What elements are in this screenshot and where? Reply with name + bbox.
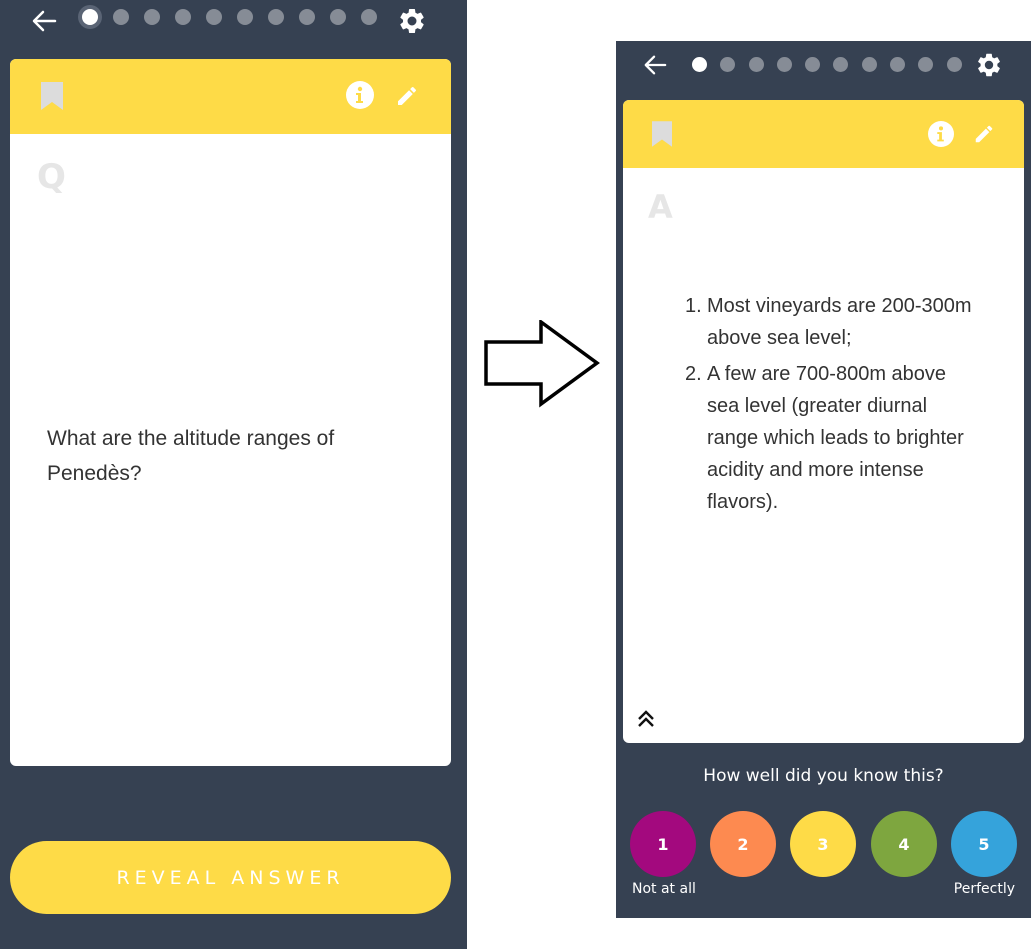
card-header (10, 59, 451, 134)
progress-dot (82, 9, 98, 25)
info-button[interactable] (928, 121, 954, 152)
progress-dot (720, 57, 736, 72)
rating-prompt: How well did you know this? (703, 766, 944, 786)
progress-dot (268, 9, 284, 25)
progress-dots (82, 9, 392, 25)
rating-button-3[interactable]: 3 (790, 811, 856, 877)
progress-dot (361, 9, 377, 25)
bookmark-button[interactable] (652, 121, 672, 152)
transition-arrow (484, 318, 602, 413)
gear-icon (978, 53, 1000, 77)
gear-icon (400, 8, 424, 34)
back-button[interactable] (30, 8, 58, 39)
answer-item-number: 2. (685, 363, 702, 385)
pencil-icon (398, 86, 417, 105)
card-header (623, 100, 1024, 168)
arrow-right-icon (484, 318, 600, 408)
answer-item: 1. Most vineyards are 200-300m above sea… (685, 290, 975, 354)
progress-dot (206, 9, 222, 25)
reveal-answer-button[interactable]: REVEAL ANSWER (10, 841, 451, 914)
settings-button[interactable] (397, 6, 427, 41)
answer-card: A 1. Most vineyards are 200-300m above s… (623, 100, 1024, 743)
rating-button-2[interactable]: 2 (710, 811, 776, 877)
bookmark-icon (41, 82, 63, 110)
progress-dot (805, 57, 821, 72)
progress-dot (299, 9, 315, 25)
card-letter-q: Q (37, 157, 66, 197)
bookmark-icon (652, 121, 672, 147)
answer-item-text: Most vineyards are 200-300m above sea le… (707, 295, 972, 349)
arrow-left-icon (32, 10, 57, 32)
question-screen: Q What are the altitude ranges of Penedè… (0, 0, 467, 949)
answer-list: 1. Most vineyards are 200-300m above sea… (685, 290, 975, 522)
rating-button-1[interactable]: 1 (630, 811, 696, 877)
edit-button[interactable] (395, 84, 419, 113)
pencil-icon (975, 125, 993, 143)
progress-dot (113, 9, 129, 25)
answer-item: 2. A few are 700-800m above sea level (g… (685, 358, 975, 518)
card-letter-a: A (648, 188, 673, 226)
info-icon (928, 121, 954, 147)
progress-dot (144, 9, 160, 25)
progress-dots (692, 57, 975, 72)
progress-dot (918, 57, 934, 72)
progress-dot (330, 9, 346, 25)
bookmark-button[interactable] (41, 82, 63, 115)
progress-dot (833, 57, 849, 72)
answer-screen: A 1. Most vineyards are 200-300m above s… (616, 41, 1031, 918)
question-text: What are the altitude ranges of Penedès? (47, 427, 335, 485)
progress-dot (748, 57, 764, 72)
progress-dot (946, 57, 962, 72)
settings-button[interactable] (975, 51, 1003, 84)
answer-item-number: 1. (685, 295, 702, 317)
rating-button-5[interactable]: 5 (951, 811, 1017, 877)
rating-low-label: Not at all (632, 881, 696, 897)
info-icon (346, 81, 374, 109)
arrow-left-icon (644, 55, 667, 75)
rating-high-label: Perfectly (953, 881, 1015, 897)
progress-dot (692, 57, 707, 72)
edit-button[interactable] (973, 123, 995, 150)
progress-dot (175, 9, 191, 25)
answer-item-text: A few are 700-800m above sea level (grea… (707, 363, 964, 513)
back-button[interactable] (642, 53, 668, 82)
rating-button-4[interactable]: 4 (871, 811, 937, 877)
info-button[interactable] (346, 81, 374, 114)
progress-dot (776, 57, 792, 72)
double-chevron-up-icon (638, 710, 654, 727)
question-card: Q What are the altitude ranges of Penedè… (10, 59, 451, 766)
progress-dot (890, 57, 906, 72)
progress-dot (861, 57, 877, 72)
progress-dot (237, 9, 253, 25)
collapse-button[interactable] (637, 710, 655, 733)
